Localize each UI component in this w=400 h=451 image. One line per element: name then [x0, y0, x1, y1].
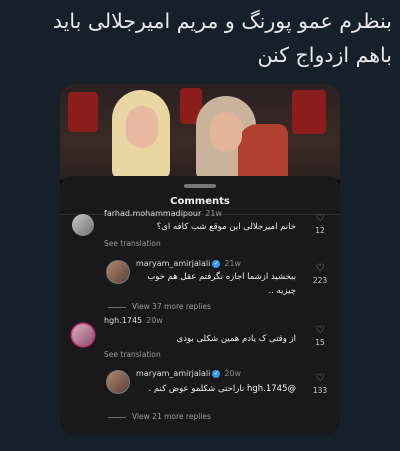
like-count: 223 — [312, 276, 328, 285]
avatar[interactable] — [72, 324, 94, 346]
avatar[interactable] — [106, 370, 130, 394]
replies-line — [108, 306, 126, 308]
like-button[interactable]: ♡ 133 — [308, 373, 332, 396]
like-button[interactable]: ♡ 15 — [308, 325, 332, 348]
like-button[interactable]: ♡ 223 — [308, 263, 332, 286]
comment-time: 20w — [146, 316, 163, 325]
avatar[interactable] — [106, 260, 130, 284]
verified-badge-icon: ✓ — [212, 259, 221, 268]
heart-outline-icon: ♡ — [315, 373, 325, 384]
reply-text: @hgh.1745 ناراحتی شکلمو عوض کنم . — [148, 384, 297, 394]
see-translation-link[interactable]: See translation — [104, 239, 161, 248]
avatar[interactable] — [72, 214, 94, 236]
comment-text: خانم امیرجلالی این موقع شب کافه ای؟ — [156, 222, 296, 232]
reply-username[interactable]: maryam_amirjalali ✓ 20w — [136, 369, 241, 378]
comment-username-text[interactable]: farhad.mohammadipour — [104, 209, 201, 218]
heart-outline-icon: ♡ — [315, 213, 325, 224]
post-photo — [60, 84, 340, 180]
reply-text: ببخشید ازشما اجازه نگرفتم عقل هم خوب چیز… — [147, 272, 296, 296]
view-more-replies-label[interactable]: View 21 more replies — [132, 412, 211, 421]
like-button[interactable]: ♡ 12 — [308, 213, 332, 236]
comment-username-text[interactable]: hgh.1745 — [104, 316, 142, 325]
reply-username-text[interactable]: maryam_amirjalali — [136, 259, 210, 268]
heart-outline-icon: ♡ — [315, 263, 325, 274]
like-count: 15 — [315, 338, 325, 347]
reply-time: 20w — [224, 369, 242, 378]
verified-badge-icon: ✓ — [212, 369, 221, 378]
replies-line — [108, 416, 126, 418]
view-more-replies-button[interactable]: View 37 more replies — [108, 302, 211, 311]
reply-time: 21w — [224, 259, 242, 268]
embedded-screenshot: Comments farhad.mohammadipour 21w خانم ام… — [60, 84, 340, 434]
like-count: 12 — [315, 226, 325, 235]
comments-title: Comments — [170, 196, 230, 207]
comment-time: 21w — [205, 209, 222, 218]
like-count: 133 — [312, 386, 328, 395]
reply-username-text[interactable]: maryam_amirjalali — [136, 369, 210, 378]
comment-text: از وقتی ک یادم همین شکلی بودی — [176, 334, 296, 344]
see-translation-link[interactable]: See translation — [104, 350, 161, 359]
heart-outline-icon: ♡ — [315, 325, 325, 336]
post-headline: بنظرم عمو پورنگ و مریم امیرجلالی باید با… — [52, 9, 392, 67]
comment-username[interactable]: farhad.mohammadipour 21w — [104, 209, 222, 218]
view-more-replies-button[interactable]: View 21 more replies — [108, 412, 211, 421]
drag-handle[interactable] — [184, 184, 216, 188]
view-more-replies-label[interactable]: View 37 more replies — [132, 302, 211, 311]
comment-username[interactable]: hgh.1745 20w — [104, 316, 163, 325]
reply-username[interactable]: maryam_amirjalali ✓ 21w — [136, 259, 241, 268]
comments-sheet: Comments farhad.mohammadipour 21w خانم ام… — [60, 176, 340, 434]
